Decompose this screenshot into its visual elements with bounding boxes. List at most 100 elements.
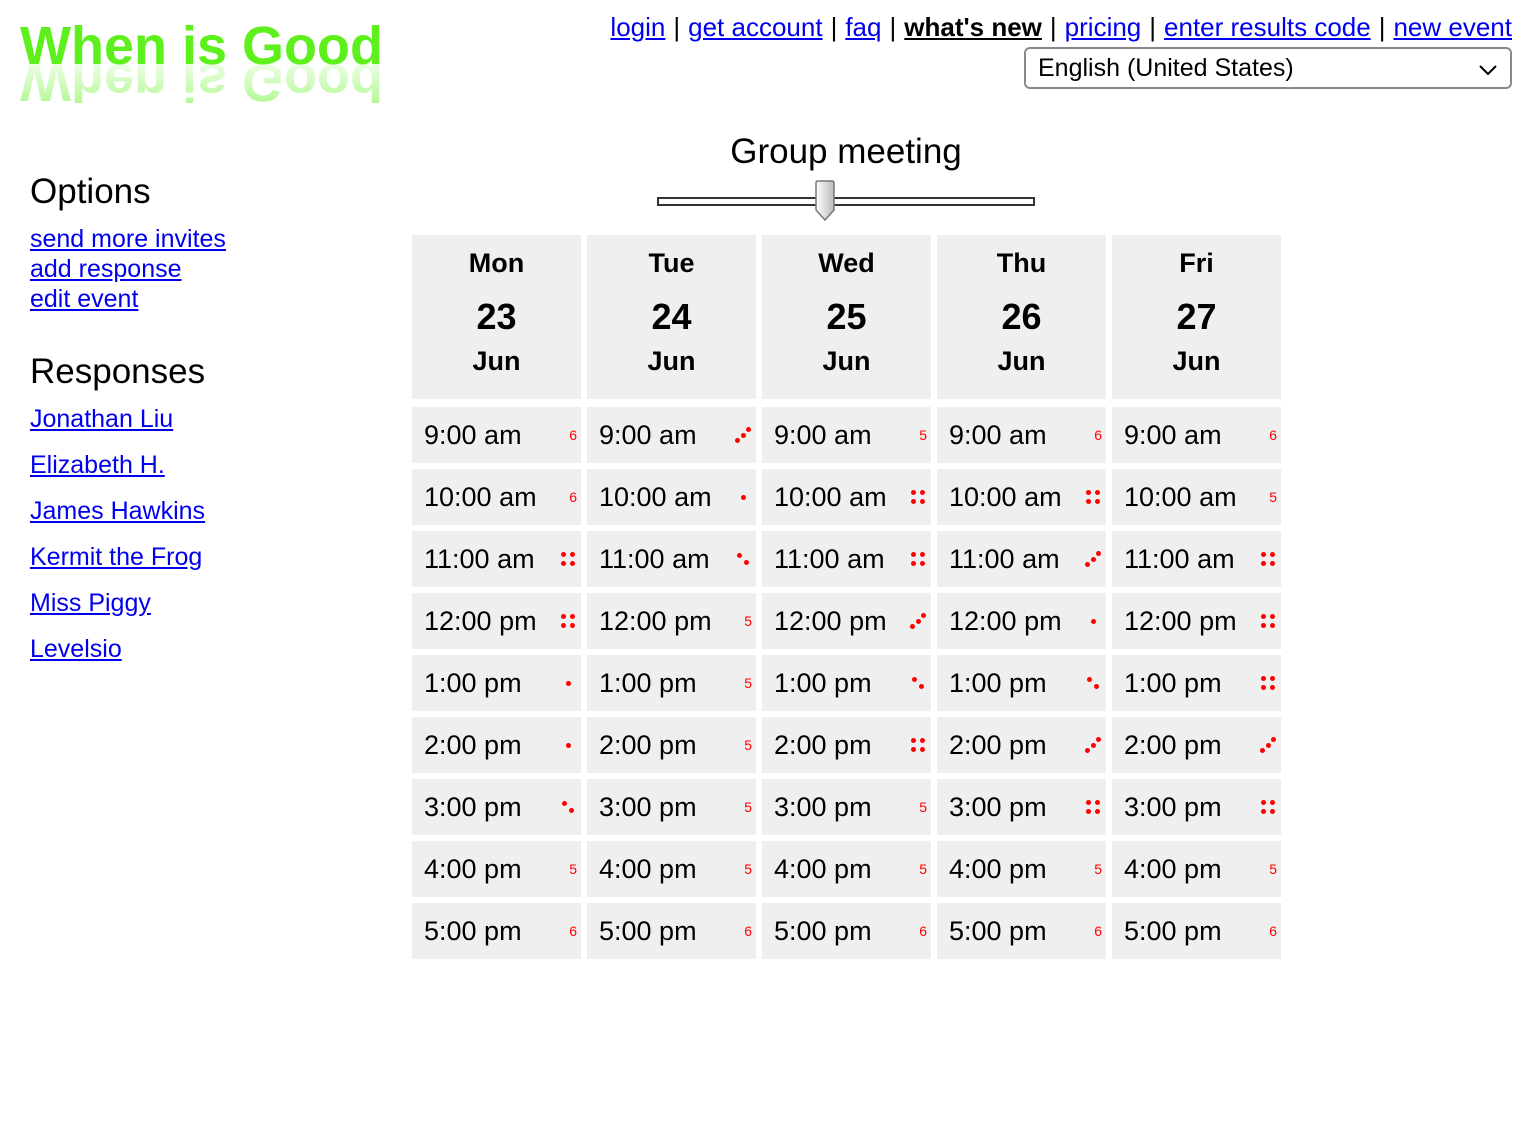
- time-slot[interactable]: 4:00 pm 5: [762, 841, 931, 897]
- time-slot[interactable]: 5:00 pm 6: [412, 903, 581, 959]
- time-slot[interactable]: 3:00 pm: [1112, 779, 1281, 835]
- time-slot[interactable]: 10:00 am 5: [1112, 469, 1281, 525]
- time-slot[interactable]: 5:00 pm 6: [1112, 903, 1281, 959]
- availability-count: 5: [744, 675, 752, 691]
- response-link[interactable]: Jonathan Liu: [30, 404, 330, 434]
- nav-link-pricing[interactable]: pricing: [1065, 12, 1142, 42]
- time-label: 4:00 pm: [949, 854, 1047, 884]
- time-slot[interactable]: 12:00 pm: [762, 593, 931, 649]
- time-slot[interactable]: 11:00 am: [587, 531, 756, 587]
- availability-count: 6: [1269, 427, 1277, 443]
- sidebar: Options send more invites add response edi…: [30, 172, 330, 680]
- time-slot[interactable]: 9:00 am 6: [1112, 407, 1281, 463]
- time-slot[interactable]: 10:00 am: [937, 469, 1106, 525]
- time-slot[interactable]: 3:00 pm: [412, 779, 581, 835]
- time-slot[interactable]: 9:00 am 6: [937, 407, 1106, 463]
- time-slot[interactable]: 2:00 pm: [412, 717, 581, 773]
- time-label: 3:00 pm: [949, 792, 1047, 822]
- time-slot[interactable]: 2:00 pm: [1112, 717, 1281, 773]
- time-slot[interactable]: 1:00 pm 5: [587, 655, 756, 711]
- language-selected: English (United States): [1038, 53, 1294, 82]
- time-slot[interactable]: 5:00 pm 6: [762, 903, 931, 959]
- time-slot[interactable]: 1:00 pm: [762, 655, 931, 711]
- nav-link-what-s-new[interactable]: what's new: [904, 12, 1042, 42]
- day-month: Jun: [647, 346, 696, 376]
- time-slot[interactable]: 3:00 pm 5: [762, 779, 931, 835]
- availability-count: 5: [744, 613, 752, 629]
- threshold-slider-track[interactable]: [657, 197, 1035, 206]
- logo[interactable]: When is Good When is Good: [20, 10, 420, 110]
- time-slot[interactable]: 3:00 pm 5: [587, 779, 756, 835]
- time-label: 5:00 pm: [424, 916, 522, 946]
- time-slot[interactable]: 1:00 pm: [1112, 655, 1281, 711]
- response-link[interactable]: James Hawkins: [30, 496, 330, 526]
- time-slot[interactable]: 10:00 am: [762, 469, 931, 525]
- time-slot[interactable]: 3:00 pm: [937, 779, 1106, 835]
- time-slot[interactable]: 4:00 pm 5: [412, 841, 581, 897]
- language-select[interactable]: English (United States): [1024, 47, 1512, 89]
- availability-dots-icon: [734, 488, 752, 506]
- time-label: 3:00 pm: [1124, 792, 1222, 822]
- availability-count: 5: [744, 861, 752, 877]
- time-slot[interactable]: 5:00 pm 6: [587, 903, 756, 959]
- nav-link-login[interactable]: login: [610, 12, 665, 42]
- availability-dots-icon: [1084, 736, 1102, 754]
- time-label: 1:00 pm: [1124, 668, 1222, 698]
- nav-link-enter-results-code[interactable]: enter results code: [1164, 12, 1371, 42]
- time-slot[interactable]: 12:00 pm: [937, 593, 1106, 649]
- nav-link-get-account[interactable]: get account: [688, 12, 822, 42]
- time-slot[interactable]: 11:00 am: [1112, 531, 1281, 587]
- top-nav: login | get account | faq | what's new | pricing…: [610, 12, 1512, 43]
- option-link-add-response[interactable]: add response: [30, 254, 330, 284]
- time-slot[interactable]: 1:00 pm: [412, 655, 581, 711]
- availability-dots-icon: [1259, 798, 1277, 816]
- time-label: 5:00 pm: [949, 916, 1047, 946]
- time-slot[interactable]: 12:00 pm 5: [587, 593, 756, 649]
- day-of-week: Thu: [996, 248, 1047, 278]
- response-link[interactable]: Elizabeth H.: [30, 450, 330, 480]
- day-header: Wed 25 Jun: [762, 235, 931, 399]
- availability-dots-icon: [909, 674, 927, 692]
- availability-dots-icon: [909, 550, 927, 568]
- time-label: 11:00 am: [424, 544, 535, 574]
- time-slot[interactable]: 12:00 pm: [1112, 593, 1281, 649]
- calendar-grid: Mon 23 Jun 9:00 am 6 10:00 am 6 11:00 am 12:00 p…: [412, 235, 1281, 959]
- time-slot[interactable]: 11:00 am: [412, 531, 581, 587]
- time-slot[interactable]: 4:00 pm 5: [587, 841, 756, 897]
- nav-link-faq[interactable]: faq: [845, 12, 881, 42]
- nav-link-new-event[interactable]: new event: [1393, 12, 1512, 42]
- time-slot[interactable]: 11:00 am: [937, 531, 1106, 587]
- response-link[interactable]: Kermit the Frog: [30, 542, 330, 572]
- time-label: 4:00 pm: [424, 854, 522, 884]
- time-label: 2:00 pm: [774, 730, 872, 760]
- availability-dots-icon: [559, 798, 577, 816]
- time-slot[interactable]: 2:00 pm: [937, 717, 1106, 773]
- time-slot[interactable]: 11:00 am: [762, 531, 931, 587]
- time-slot[interactable]: 1:00 pm: [937, 655, 1106, 711]
- availability-count: 5: [1269, 861, 1277, 877]
- time-slot[interactable]: 10:00 am: [587, 469, 756, 525]
- response-link[interactable]: Miss Piggy: [30, 588, 330, 618]
- time-slot[interactable]: 2:00 pm 5: [587, 717, 756, 773]
- time-slot[interactable]: 10:00 am 6: [412, 469, 581, 525]
- availability-count: 5: [1269, 489, 1277, 505]
- response-link[interactable]: Levelsio: [30, 634, 330, 664]
- time-label: 5:00 pm: [1124, 916, 1222, 946]
- time-slot[interactable]: 5:00 pm 6: [937, 903, 1106, 959]
- time-slot[interactable]: 2:00 pm: [762, 717, 931, 773]
- threshold-slider-thumb[interactable]: [814, 180, 836, 222]
- event-title: Group meeting: [730, 132, 962, 171]
- time-slot[interactable]: 9:00 am 5: [762, 407, 931, 463]
- day-of-week: Tue: [648, 248, 695, 278]
- time-label: 9:00 am: [599, 420, 697, 450]
- time-label: 11:00 am: [599, 544, 710, 574]
- logo-reflection: When is Good: [20, 52, 383, 110]
- time-slot[interactable]: 4:00 pm 5: [937, 841, 1106, 897]
- time-slot[interactable]: 4:00 pm 5: [1112, 841, 1281, 897]
- option-link-edit-event[interactable]: edit event: [30, 284, 330, 314]
- time-label: 2:00 pm: [599, 730, 697, 760]
- time-slot[interactable]: 12:00 pm: [412, 593, 581, 649]
- option-link-send-more-invites[interactable]: send more invites: [30, 224, 330, 254]
- time-slot[interactable]: 9:00 am: [587, 407, 756, 463]
- time-slot[interactable]: 9:00 am 6: [412, 407, 581, 463]
